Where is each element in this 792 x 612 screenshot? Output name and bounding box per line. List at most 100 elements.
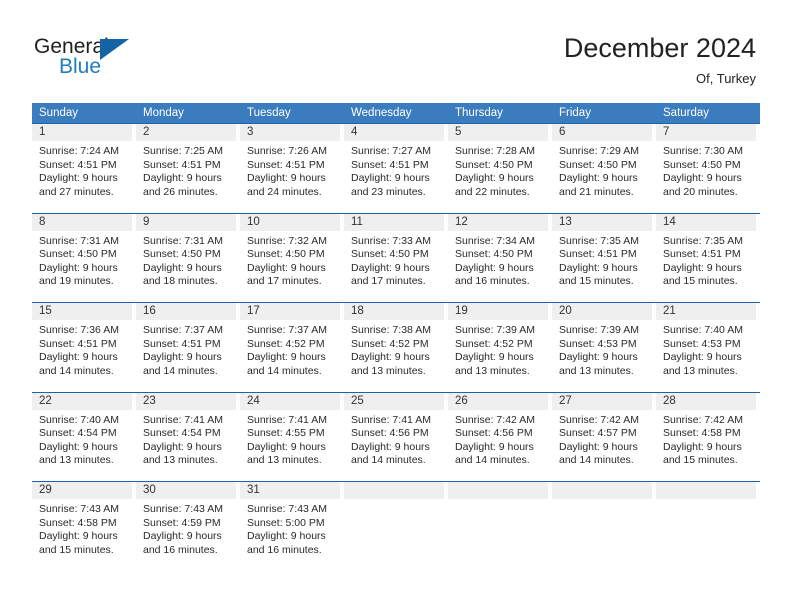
day-cell[interactable]: 5 Sunrise: 7:28 AM Sunset: 4:50 PM Dayli… [448,123,552,213]
sunset-text: Sunset: 4:50 PM [663,158,741,171]
sunrise-text: Sunrise: 7:39 AM [455,324,535,336]
daylight-text-line2: and 16 minutes. [455,275,530,288]
page-title: December 2024 [563,33,756,63]
day-cell[interactable]: 1 Sunrise: 7:24 AM Sunset: 4:51 PM Dayli… [32,123,136,213]
day-number: 8 [32,213,132,231]
daylight-text-line2: and 15 minutes. [39,543,114,556]
daylight-text-line1: Daylight: 9 hours [455,172,534,185]
day-cell[interactable]: 30 Sunrise: 7:43 AM Sunset: 4:59 PM Dayl… [136,481,240,571]
day-cell[interactable]: 16 Sunrise: 7:37 AM Sunset: 4:51 PM Dayl… [136,302,240,392]
daylight-text-line2: and 22 minutes. [455,185,530,198]
day-number [552,482,652,499]
day-cell[interactable]: 8 Sunrise: 7:31 AM Sunset: 4:50 PM Dayli… [32,212,136,303]
sunrise-text: Sunrise: 7:43 AM [247,503,327,515]
daylight-text-line2: and 21 minutes. [559,185,634,198]
day-number: 1 [32,124,132,141]
day-cell[interactable]: 31 Sunrise: 7:43 AM Sunset: 5:00 PM Dayl… [240,481,344,571]
day-cell[interactable]: 22 Sunrise: 7:40 AM Sunset: 4:54 PM Dayl… [32,391,136,482]
daylight-text-line2: and 13 minutes. [39,454,114,467]
weekday-header-friday: Friday [559,107,591,119]
day-cell[interactable]: 24 Sunrise: 7:41 AM Sunset: 4:55 PM Dayl… [240,391,344,482]
day-number: 22 [32,392,132,410]
weekday-header-sunday: Sunday [39,107,79,119]
week-row: 22 Sunrise: 7:40 AM Sunset: 4:54 PM Dayl… [32,391,760,482]
day-details: Sunrise: 7:37 AM Sunset: 4:52 PM Dayligh… [240,320,340,378]
sunset-text: Sunset: 4:56 PM [455,427,533,440]
day-cell[interactable]: 3 Sunrise: 7:26 AM Sunset: 4:51 PM Dayli… [240,123,344,213]
sunrise-text: Sunrise: 7:37 AM [143,324,223,336]
sunrise-text: Sunrise: 7:34 AM [455,234,535,247]
day-cell[interactable]: 23 Sunrise: 7:41 AM Sunset: 4:54 PM Dayl… [136,391,240,482]
general-blue-logo[interactable]: General Blue [34,36,234,84]
day-cell[interactable]: 20 Sunrise: 7:39 AM Sunset: 4:53 PM Dayl… [552,302,656,392]
day-number: 10 [240,213,340,231]
day-cell[interactable]: 2 Sunrise: 7:25 AM Sunset: 4:51 PM Dayli… [136,123,240,213]
day-cell[interactable]: 19 Sunrise: 7:39 AM Sunset: 4:52 PM Dayl… [448,302,552,392]
sunrise-text: Sunrise: 7:30 AM [663,145,743,157]
day-details: Sunrise: 7:43 AM Sunset: 4:58 PM Dayligh… [32,499,132,557]
sunrise-text: Sunrise: 7:27 AM [351,145,431,157]
day-cell[interactable]: 10 Sunrise: 7:32 AM Sunset: 4:50 PM Dayl… [240,212,344,303]
sunrise-text: Sunrise: 7:37 AM [247,324,327,336]
day-details: Sunrise: 7:42 AM Sunset: 4:56 PM Dayligh… [448,410,548,468]
day-cell[interactable]: 29 Sunrise: 7:43 AM Sunset: 4:58 PM Dayl… [32,481,136,571]
day-number: 23 [136,392,236,410]
daylight-text-line2: and 14 minutes. [351,454,426,467]
sunset-text: Sunset: 4:57 PM [559,427,637,440]
sunset-text: Sunset: 4:52 PM [247,337,325,350]
sunset-text: Sunset: 4:59 PM [143,516,221,529]
day-details: Sunrise: 7:40 AM Sunset: 4:53 PM Dayligh… [656,320,756,378]
day-number: 24 [240,392,340,410]
daylight-text-line1: Daylight: 9 hours [663,172,742,185]
daylight-text-line1: Daylight: 9 hours [39,440,118,453]
daylight-text-line1: Daylight: 9 hours [663,351,742,364]
day-number: 17 [240,303,340,320]
day-cell[interactable]: 25 Sunrise: 7:41 AM Sunset: 4:56 PM Dayl… [344,391,448,482]
daylight-text-line2: and 23 minutes. [351,185,426,198]
sunrise-text: Sunrise: 7:41 AM [351,413,431,426]
day-details: Sunrise: 7:33 AM Sunset: 4:50 PM Dayligh… [344,231,444,289]
day-cell[interactable]: 9 Sunrise: 7:31 AM Sunset: 4:50 PM Dayli… [136,212,240,303]
day-details: Sunrise: 7:28 AM Sunset: 4:50 PM Dayligh… [448,141,548,199]
day-cell[interactable]: 18 Sunrise: 7:38 AM Sunset: 4:52 PM Dayl… [344,302,448,392]
sunrise-text: Sunrise: 7:42 AM [559,413,639,426]
sunset-text: Sunset: 4:51 PM [351,158,429,171]
day-details: Sunrise: 7:24 AM Sunset: 4:51 PM Dayligh… [32,141,132,199]
day-cell[interactable]: 12 Sunrise: 7:34 AM Sunset: 4:50 PM Dayl… [448,212,552,303]
sunrise-text: Sunrise: 7:28 AM [455,145,535,157]
sunrise-text: Sunrise: 7:39 AM [559,324,639,336]
day-cell[interactable]: 15 Sunrise: 7:36 AM Sunset: 4:51 PM Dayl… [32,302,136,392]
daylight-text-line1: Daylight: 9 hours [663,440,742,453]
day-details: Sunrise: 7:29 AM Sunset: 4:50 PM Dayligh… [552,141,652,199]
day-cell[interactable]: 21 Sunrise: 7:40 AM Sunset: 4:53 PM Dayl… [656,302,760,392]
sunset-text: Sunset: 4:55 PM [247,427,325,440]
daylight-text-line2: and 26 minutes. [143,185,218,198]
day-cell[interactable]: 6 Sunrise: 7:29 AM Sunset: 4:50 PM Dayli… [552,123,656,213]
sunset-text: Sunset: 4:51 PM [39,158,117,171]
day-number: 4 [344,124,444,141]
day-cell[interactable]: 13 Sunrise: 7:35 AM Sunset: 4:51 PM Dayl… [552,212,656,303]
day-cell[interactable]: 14 Sunrise: 7:35 AM Sunset: 4:51 PM Dayl… [656,212,760,303]
page-subtitle: Of, Turkey [696,71,756,86]
daylight-text-line2: and 14 minutes. [559,454,634,467]
calendar-grid: Sunday Monday Tuesday Wednesday Thursday… [32,103,760,571]
daylight-text-line2: and 19 minutes. [39,275,114,288]
day-cell[interactable]: 17 Sunrise: 7:37 AM Sunset: 4:52 PM Dayl… [240,302,344,392]
sunrise-text: Sunrise: 7:33 AM [351,234,431,247]
day-cell[interactable]: 11 Sunrise: 7:33 AM Sunset: 4:50 PM Dayl… [344,212,448,303]
day-number [656,482,756,499]
sunset-text: Sunset: 4:53 PM [559,337,637,350]
daylight-text-line1: Daylight: 9 hours [351,172,430,185]
sunrise-text: Sunrise: 7:40 AM [39,413,119,426]
day-cell[interactable]: 4 Sunrise: 7:27 AM Sunset: 4:51 PM Dayli… [344,123,448,213]
day-details: Sunrise: 7:26 AM Sunset: 4:51 PM Dayligh… [240,141,340,199]
daylight-text-line2: and 14 minutes. [143,364,218,377]
daylight-text-line1: Daylight: 9 hours [663,261,742,274]
day-details: Sunrise: 7:30 AM Sunset: 4:50 PM Dayligh… [656,141,756,199]
day-cell[interactable]: 27 Sunrise: 7:42 AM Sunset: 4:57 PM Dayl… [552,391,656,482]
day-number: 7 [656,124,756,141]
daylight-text-line1: Daylight: 9 hours [39,351,118,364]
day-cell[interactable]: 28 Sunrise: 7:42 AM Sunset: 4:58 PM Dayl… [656,391,760,482]
day-cell[interactable]: 26 Sunrise: 7:42 AM Sunset: 4:56 PM Dayl… [448,391,552,482]
day-cell[interactable]: 7 Sunrise: 7:30 AM Sunset: 4:50 PM Dayli… [656,123,760,213]
